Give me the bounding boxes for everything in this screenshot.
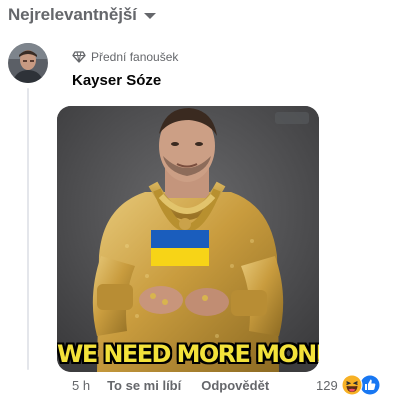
avatar[interactable]: [8, 43, 48, 83]
comment-actions: 5 h To se mi líbí Odpovědět: [72, 378, 269, 393]
sort-dropdown[interactable]: Nejrelevantnější: [8, 5, 157, 25]
like-button[interactable]: To se mi líbí: [107, 378, 181, 393]
comment-timestamp[interactable]: 5 h: [72, 378, 90, 393]
reactions-summary[interactable]: 129: [316, 374, 383, 396]
badge-label: Přední fanoušek: [91, 50, 179, 64]
diamond-icon: [72, 51, 86, 63]
chevron-down-icon: [143, 13, 156, 19]
comments-section: Nejrelevantnější Přední fanoušek Kayser …: [0, 0, 419, 403]
comment-image[interactable]: WE NEED MORE MONEY: [57, 106, 319, 372]
haha-reaction-icon: [341, 374, 363, 396]
reaction-icons: [341, 374, 383, 396]
reaction-count: 129: [316, 377, 338, 393]
top-fan-badge: Přední fanoušek: [72, 50, 178, 64]
comment-author[interactable]: Kayser Sóze: [72, 72, 161, 89]
sort-label: Nejrelevantnější: [8, 5, 137, 24]
thread-line: [27, 88, 29, 370]
reply-button[interactable]: Odpovědět: [201, 378, 269, 393]
image-caption: WE NEED MORE MONEY: [57, 340, 319, 368]
